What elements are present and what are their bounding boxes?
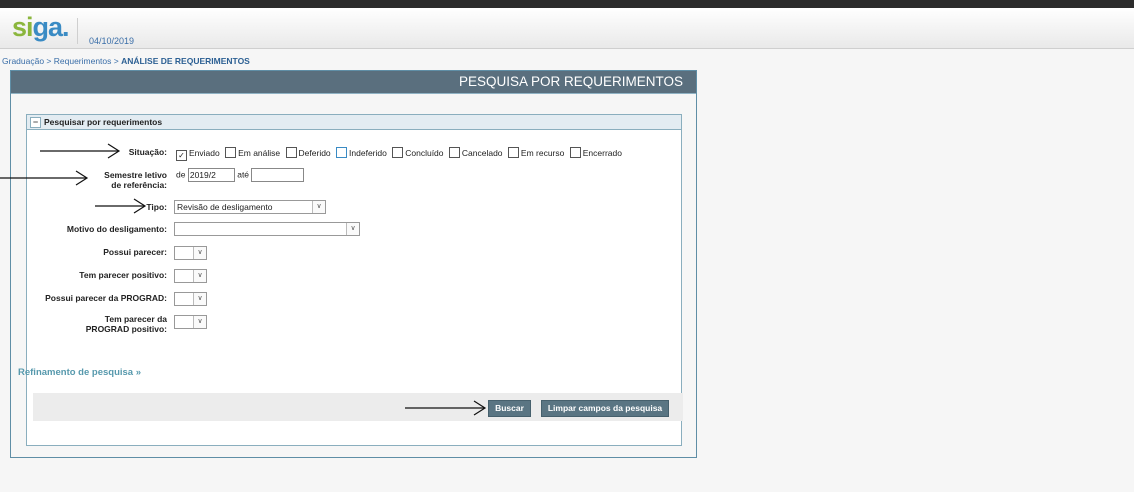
annotation-arrows [0,143,487,416]
